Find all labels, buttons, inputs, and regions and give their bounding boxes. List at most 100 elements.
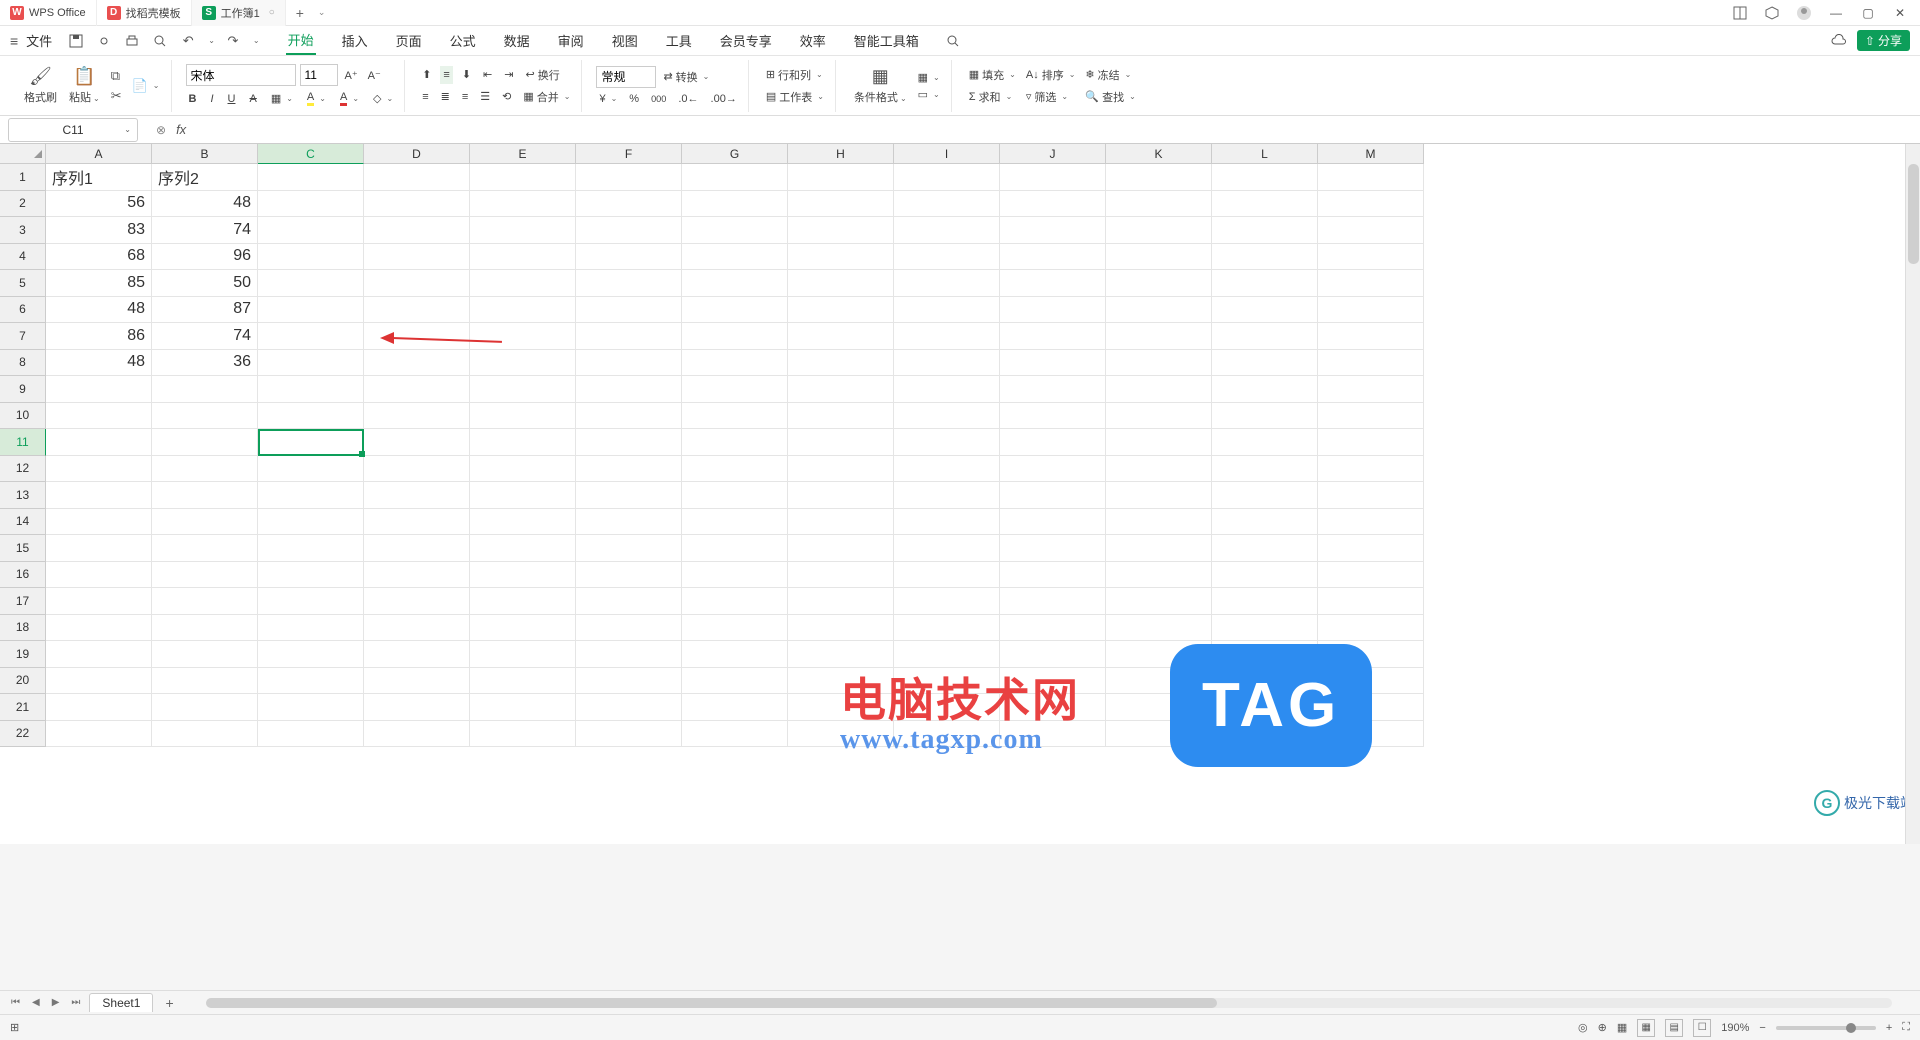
cell[interactable] [46, 721, 152, 748]
cell[interactable] [258, 456, 364, 483]
cell[interactable] [682, 615, 788, 642]
titlebar-panel-icon[interactable] [1728, 1, 1752, 25]
cell[interactable] [152, 535, 258, 562]
cell[interactable] [682, 403, 788, 430]
cell[interactable] [258, 217, 364, 244]
cell[interactable] [46, 509, 152, 536]
cell[interactable] [152, 615, 258, 642]
cell[interactable] [1318, 615, 1424, 642]
row-header-9[interactable]: 9 [0, 376, 46, 403]
view-pagelayout-button[interactable]: ▤ [1665, 1019, 1683, 1037]
view-normal-button[interactable]: ▦ [1637, 1019, 1655, 1037]
number-format-select[interactable] [596, 66, 656, 88]
row-header-21[interactable]: 21 [0, 694, 46, 721]
menu-file[interactable]: 文件 [26, 31, 52, 50]
row-header-19[interactable]: 19 [0, 641, 46, 668]
cell[interactable] [894, 164, 1000, 191]
cell[interactable] [470, 376, 576, 403]
cell[interactable] [1212, 270, 1318, 297]
cell[interactable] [470, 615, 576, 642]
cell[interactable]: 87 [152, 297, 258, 324]
worksheet-dropdown-icon[interactable]: ⌄ [817, 92, 824, 101]
format-painter-button[interactable]: 🖌格式刷 [20, 64, 61, 107]
cell[interactable] [682, 668, 788, 695]
cell[interactable] [1000, 270, 1106, 297]
cell[interactable] [470, 456, 576, 483]
row-header-22[interactable]: 22 [0, 721, 46, 748]
cell[interactable] [152, 376, 258, 403]
cell[interactable] [364, 244, 470, 271]
cell[interactable] [1212, 562, 1318, 589]
border-dropdown-icon[interactable]: ⌄ [286, 94, 293, 103]
zoom-in-button[interactable]: + [1886, 1022, 1892, 1034]
cell[interactable] [1000, 244, 1106, 271]
find-button[interactable]: 🔍查找⌄ [1082, 88, 1138, 106]
cell[interactable] [152, 456, 258, 483]
cell[interactable] [1318, 297, 1424, 324]
cell[interactable] [894, 456, 1000, 483]
cell[interactable] [682, 509, 788, 536]
cell[interactable] [1106, 270, 1212, 297]
cell[interactable] [682, 323, 788, 350]
menu-tab-5[interactable]: 审阅 [556, 27, 586, 54]
currency-dropdown-icon[interactable]: ⌄ [611, 94, 618, 103]
cell[interactable] [1106, 191, 1212, 218]
increase-font-button[interactable]: A⁺ [342, 68, 361, 83]
cell[interactable] [364, 535, 470, 562]
cell[interactable] [46, 376, 152, 403]
row-header-17[interactable]: 17 [0, 588, 46, 615]
qat-undo-icon[interactable]: ↶ [178, 31, 198, 51]
col-header-A[interactable]: A [46, 144, 152, 164]
strike-button[interactable]: A [246, 92, 259, 106]
cell[interactable] [682, 297, 788, 324]
cell[interactable] [364, 562, 470, 589]
cell[interactable] [152, 694, 258, 721]
cell[interactable] [682, 429, 788, 456]
cell[interactable] [576, 270, 682, 297]
cell[interactable] [1212, 164, 1318, 191]
col-header-K[interactable]: K [1106, 144, 1212, 164]
sort-dropdown-icon[interactable]: ⌄ [1069, 70, 1076, 79]
cell[interactable] [1212, 297, 1318, 324]
italic-button[interactable]: I [207, 92, 216, 106]
merge-button[interactable]: ▦合并⌄ [520, 88, 573, 106]
cell[interactable] [682, 164, 788, 191]
cell[interactable] [1106, 297, 1212, 324]
menu-tab-3[interactable]: 公式 [448, 27, 478, 54]
cloud-sync-icon[interactable] [1829, 31, 1849, 51]
bold-button[interactable]: B [186, 92, 200, 106]
cell[interactable] [576, 350, 682, 377]
cell[interactable] [258, 350, 364, 377]
cell[interactable] [1212, 191, 1318, 218]
col-header-C[interactable]: C [258, 144, 364, 164]
cell[interactable]: 96 [152, 244, 258, 271]
cell[interactable] [258, 721, 364, 748]
cell[interactable] [470, 535, 576, 562]
cell[interactable] [1106, 429, 1212, 456]
cell[interactable] [788, 297, 894, 324]
cell[interactable] [576, 535, 682, 562]
cell[interactable] [682, 641, 788, 668]
cell[interactable] [1106, 244, 1212, 271]
cell[interactable] [576, 429, 682, 456]
cell[interactable] [152, 482, 258, 509]
cell[interactable] [576, 403, 682, 430]
cell[interactable] [1000, 164, 1106, 191]
cell[interactable] [1106, 217, 1212, 244]
cell[interactable] [258, 164, 364, 191]
cell[interactable] [682, 482, 788, 509]
cell[interactable]: 48 [46, 350, 152, 377]
cell[interactable] [788, 350, 894, 377]
sum-button[interactable]: Σ求和⌄ [966, 88, 1019, 106]
name-box[interactable]: C11 ⌄ [8, 118, 138, 142]
row-header-20[interactable]: 20 [0, 668, 46, 695]
cell[interactable] [364, 456, 470, 483]
menu-tab-7[interactable]: 工具 [664, 27, 694, 54]
row-header-14[interactable]: 14 [0, 509, 46, 536]
cond-format-button[interactable]: ▦条件格式⌄ [850, 64, 911, 107]
indent-increase-button[interactable]: ⇥ [501, 66, 516, 84]
cell[interactable] [46, 456, 152, 483]
cell[interactable] [364, 429, 470, 456]
cell[interactable] [1000, 562, 1106, 589]
cell[interactable] [46, 641, 152, 668]
